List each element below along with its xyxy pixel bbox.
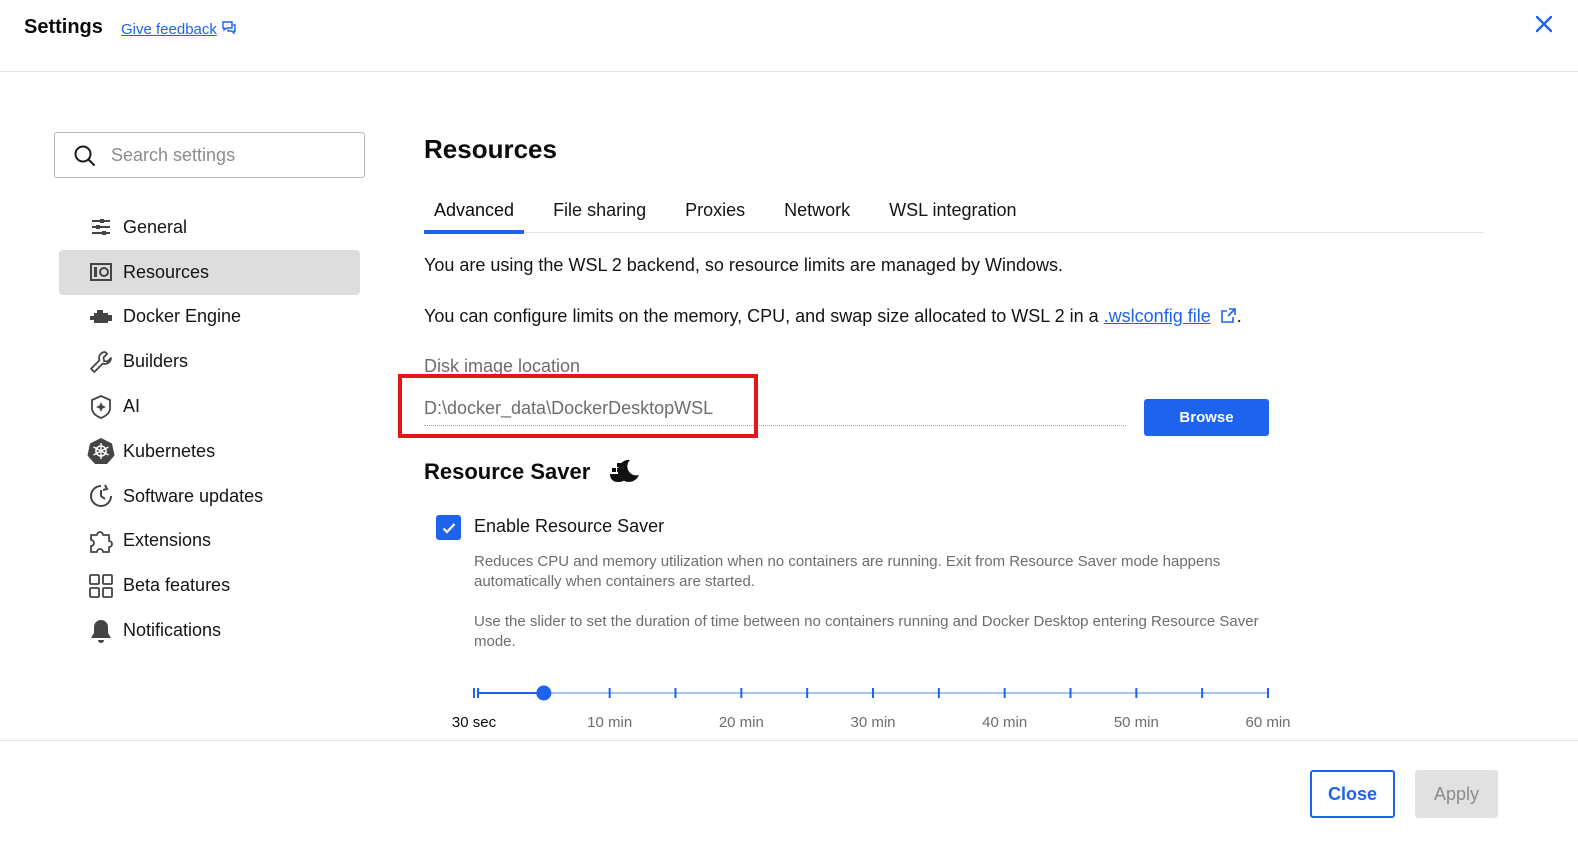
apply-button: Apply: [1415, 770, 1498, 818]
tab-bar: Advanced File sharing Proxies Network WS…: [424, 190, 1484, 234]
tab-proxies[interactable]: Proxies: [675, 190, 755, 233]
enable-resource-saver-label: Enable Resource Saver: [474, 516, 665, 536]
annotation-highlight-box: [398, 374, 758, 438]
sidebar-item-label: Extensions: [123, 530, 212, 551]
slider-tick-label: 40 min: [982, 714, 1028, 731]
sidebar-item-resources[interactable]: Resources: [59, 249, 360, 295]
sliders-icon: [87, 213, 115, 241]
sidebar-item-beta-features[interactable]: Beta features: [59, 563, 360, 608]
checkmark-icon: [442, 522, 455, 534]
slider-tick-label: 60 min: [1245, 714, 1291, 731]
section-title: Resources: [424, 134, 557, 164]
kubernetes-icon: [87, 437, 115, 465]
resource-saver-slider[interactable]: 30 sec 10 min 20 min 30 min 40 min 50 min 60 m…: [424, 672, 1304, 742]
sidebar-item-label: General: [123, 216, 188, 237]
wslconfig-prefix: You can configure limits on the memory, …: [424, 306, 1104, 326]
browse-button[interactable]: Browse: [1144, 399, 1269, 436]
slider-thumb[interactable]: [536, 685, 552, 701]
puzzle-icon: [87, 527, 115, 555]
sidebar-item-label: Software updates: [123, 485, 264, 506]
external-link-icon: [1220, 307, 1237, 329]
sidebar-item-label: AI: [123, 396, 141, 417]
sidebar-item-label: Notifications: [123, 620, 222, 641]
tab-advanced[interactable]: Advanced: [424, 190, 525, 234]
bell-icon: [87, 617, 115, 645]
slider-tick-label: 30 min: [850, 714, 896, 731]
sidebar-item-general[interactable]: General: [59, 205, 360, 250]
close-icon[interactable]: [1530, 10, 1558, 38]
page-title: Settings: [24, 16, 103, 38]
engine-icon: [87, 303, 115, 331]
wslconfig-link-label: .wslconfig file: [1103, 306, 1211, 326]
sidebar-item-label: Resources: [123, 261, 210, 282]
close-button[interactable]: Close: [1310, 770, 1395, 818]
give-feedback-label: Give feedback: [121, 20, 217, 38]
sidebar-nav: General Resources Docker Engine Builders…: [59, 205, 360, 653]
sidebar-item-label: Builders: [123, 351, 189, 372]
wslconfig-link[interactable]: .wslconfig file: [1104, 306, 1211, 326]
slider-tick-label: 50 min: [1113, 714, 1159, 731]
sidebar-item-builders[interactable]: Builders: [59, 339, 360, 384]
tab-file-sharing[interactable]: File sharing: [543, 190, 656, 233]
search-box: [54, 132, 365, 178]
slider-tick-label: 10 min: [587, 714, 633, 731]
grid-icon: [87, 572, 115, 600]
slider-description: Use the slider to set the duration of ti…: [474, 613, 1259, 650]
header-bar: Settings Give feedback: [0, 0, 1578, 72]
wslconfig-notice: You can configure limits on the memory, …: [424, 306, 1242, 329]
sidebar-item-kubernetes[interactable]: Kubernetes: [59, 429, 360, 474]
wrench-icon: [87, 348, 115, 376]
sidebar-item-notifications[interactable]: Notifications: [59, 608, 360, 653]
sidebar-item-software-updates[interactable]: Software updates: [59, 474, 360, 519]
sidebar-item-docker-engine[interactable]: Docker Engine: [59, 295, 360, 340]
resource-saver-heading: Resource Saver: [424, 458, 640, 486]
slider-tick-label: 30 sec: [451, 714, 497, 731]
resource-saver-whale-moon-icon: [608, 458, 640, 486]
sidebar-item-label: Docker Engine: [123, 306, 242, 327]
sidebar-item-ai[interactable]: AI: [59, 384, 360, 429]
search-input[interactable]: [111, 141, 351, 169]
resource-saver-description: Reduces CPU and memory utilization when …: [474, 553, 1221, 590]
search-icon: [73, 144, 97, 173]
enable-resource-saver-checkbox[interactable]: [436, 515, 461, 540]
sidebar-item-extensions[interactable]: Extensions: [59, 519, 360, 564]
feedback-chat-icon: [221, 19, 237, 39]
wsl-backend-notice: You are using the WSL 2 backend, so reso…: [424, 255, 1063, 275]
wslconfig-suffix: .: [1236, 306, 1242, 326]
tab-network[interactable]: Network: [774, 190, 860, 233]
sidebar-item-label: Beta features: [123, 575, 231, 596]
clock-refresh-icon: [87, 482, 115, 510]
slider-track: [473, 685, 1269, 701]
give-feedback-link[interactable]: Give feedback: [121, 19, 237, 39]
tab-wsl-integration[interactable]: WSL integration: [879, 190, 1026, 233]
resource-saver-title: Resource Saver: [424, 459, 591, 484]
slider-tick-label: 20 min: [718, 714, 764, 731]
ai-sparkle-icon: [87, 393, 115, 421]
sidebar-item-label: Kubernetes: [123, 440, 216, 461]
resources-icon: [87, 258, 115, 286]
